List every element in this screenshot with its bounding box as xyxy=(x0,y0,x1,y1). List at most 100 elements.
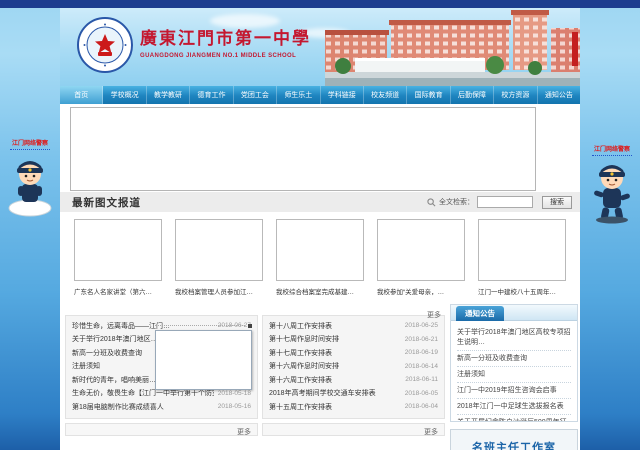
site-title-block: 廣東江門市第一中學 GUANGDONG JIANGMEN NO.1 MIDDLE… xyxy=(140,24,340,59)
notices-panel: 通知公告 关于举行2018年澳门地区高校专项招生说明… 新高一分班及收费查询 注… xyxy=(450,304,578,422)
search-button[interactable]: 搜索 xyxy=(542,196,572,209)
panel-footer: 更多 xyxy=(65,423,258,436)
news-date: 2018-05-18 xyxy=(218,390,251,397)
popup-title-text xyxy=(155,325,245,326)
cyber-police-badge-left[interactable]: 江门网络警察 xyxy=(4,138,56,218)
news-date: 2018-05-16 xyxy=(218,403,251,410)
news-item[interactable]: 第十七周工作安排表 2018-06-19 xyxy=(269,346,438,360)
cyber-police-subtext xyxy=(10,149,50,152)
news-date: 2018-06-25 xyxy=(405,322,438,329)
news-title[interactable]: 2018年高考期间学校交通车安排表 xyxy=(269,388,401,398)
photo-news-row: 广东名人名家讲堂（第六… 我校档案管理人员参加江… 我校综合档案室完成基建… 我… xyxy=(60,212,580,304)
news-title[interactable]: 第十七周工作安排表 xyxy=(269,348,401,358)
popup-titlebar xyxy=(155,322,252,329)
photo-placeholder[interactable] xyxy=(175,219,263,281)
photo-news-card[interactable]: 江门一中建校八十五周年… xyxy=(478,219,566,304)
photo-placeholder[interactable] xyxy=(478,219,566,281)
nav-item-moral-education[interactable]: 德育工作 xyxy=(190,86,233,104)
top-strip xyxy=(0,0,640,8)
news-item[interactable]: 第十六周作息时间安排 2018-06-14 xyxy=(269,360,438,374)
news-item[interactable]: 第十七周作息时间安排 2018-06-21 xyxy=(269,333,438,347)
header-banner: 廣東江門市第一中學 GUANGDONG JIANGMEN NO.1 MIDDLE… xyxy=(60,8,580,86)
nav-item-subject-links[interactable]: 学科链接 xyxy=(321,86,364,104)
news-date: 2018-06-21 xyxy=(405,336,438,343)
photo-caption[interactable]: 我校综合档案室完成基建… xyxy=(276,286,364,296)
cyber-police-badge-right[interactable]: 江门网络警察 xyxy=(586,144,638,224)
news-item[interactable]: 第十八周工作安排表 2018-06-25 xyxy=(269,319,438,333)
news-item[interactable]: 第十五周工作安排表 2018-06-04 xyxy=(269,400,438,414)
nav-item-international-education[interactable]: 国际教育 xyxy=(407,86,450,104)
notice-item[interactable]: 江门一中2019年招生咨询会启事 xyxy=(457,383,571,399)
popup-dialog xyxy=(155,330,252,390)
nav-item-teaching-research[interactable]: 教学教研 xyxy=(147,86,190,104)
photo-placeholder[interactable] xyxy=(74,219,162,281)
fulltext-search: 全文检索： 搜索 xyxy=(427,192,572,212)
search-input[interactable] xyxy=(477,196,533,208)
school-name: 廣東江門市第一中學 xyxy=(140,24,340,49)
notice-item[interactable]: 关于开展纪念陈白沙诞辰500周年征文活动通知 xyxy=(457,415,571,422)
photo-news-card[interactable]: 我校综合档案室完成基建… xyxy=(276,219,364,304)
news-item[interactable]: 第十六周工作安排表 2018-06-11 xyxy=(269,373,438,387)
notice-item[interactable]: 关于举行2018年澳门地区高校专项招生说明… xyxy=(457,325,571,351)
news-title[interactable]: 第十六周作息时间安排 xyxy=(269,361,401,371)
main-nav: 首页 学校概况 教学教研 德育工作 党团工会 师生乐土 学科链接 校友频道 国际… xyxy=(60,86,580,104)
popup-close-icon[interactable] xyxy=(248,324,252,328)
notices-tab[interactable]: 通知公告 xyxy=(456,306,504,321)
photo-caption[interactable]: 江门一中建校八十五周年… xyxy=(478,286,566,296)
photo-news-card[interactable]: 我校参加“关爱母亲，… xyxy=(377,219,465,304)
photo-news-card[interactable]: 我校档案管理人员参加江… xyxy=(175,219,263,304)
notice-item[interactable]: 新高一分班及收费查询 xyxy=(457,351,571,367)
nav-item-home[interactable]: 首页 xyxy=(60,86,103,104)
news-title[interactable]: 第十五周工作安排表 xyxy=(269,402,401,412)
more-link[interactable]: 更多 xyxy=(237,429,251,436)
news-date: 2018-06-19 xyxy=(405,349,438,356)
photo-caption[interactable]: 广东名人名家讲堂（第六… xyxy=(74,286,162,296)
more-link[interactable]: 更多 xyxy=(427,312,441,319)
news-date: 2018-06-11 xyxy=(405,376,438,383)
weekly-schedule-panel: 更多 第十八周工作安排表 2018-06-25 第十七周作息时间安排 2018-… xyxy=(262,304,445,436)
search-label: 全文检索： xyxy=(439,197,474,207)
search-icon xyxy=(427,198,436,207)
photo-news-card[interactable]: 广东名人名家讲堂（第六… xyxy=(74,219,162,304)
nav-item-alumni-channel[interactable]: 校友频道 xyxy=(364,86,407,104)
news-date: 2018-06-14 xyxy=(405,363,438,370)
famous-teacher-studio-header[interactable]: 名班主任工作室 xyxy=(450,429,578,450)
school-name-english: GUANGDONG JIANGMEN NO.1 MIDDLE SCHOOL xyxy=(140,53,340,59)
photo-caption[interactable]: 我校档案管理人员参加江… xyxy=(175,286,263,296)
news-title[interactable]: 第18届电脑制作比赛成绩喜人 xyxy=(72,402,214,412)
notices-list: 关于举行2018年澳门地区高校专项招生说明… 新高一分班及收费查询 注册须知 江… xyxy=(451,321,577,422)
news-date: 2018-06-05 xyxy=(405,390,438,397)
notice-item[interactable]: 2018年江门一中足球生选拔报名表 xyxy=(457,399,571,415)
more-link[interactable]: 更多 xyxy=(424,429,438,436)
panel-footer: 更多 xyxy=(262,423,445,436)
nav-item-notices[interactable]: 通知公告 xyxy=(538,86,580,104)
cyber-police-label: 江门网络警察 xyxy=(4,138,56,147)
nav-item-staff-students[interactable]: 师生乐土 xyxy=(277,86,320,104)
photo-placeholder[interactable] xyxy=(377,219,465,281)
banner-slider xyxy=(70,107,536,191)
weekly-schedule-list: 第十八周工作安排表 2018-06-25 第十七周作息时间安排 2018-06-… xyxy=(262,315,445,419)
photo-news-title: 最新图文报道 xyxy=(72,195,141,210)
photo-news-section-bar: 最新图文报道 全文检索： 搜索 xyxy=(60,192,580,212)
news-title[interactable]: 第十八周工作安排表 xyxy=(269,321,401,331)
lower-columns: 珍惜生命，远离毒品——江门… 2018-06-27 关于举行2018年澳门地区…… xyxy=(60,304,580,450)
school-emblem-logo[interactable] xyxy=(76,16,134,74)
news-item[interactable]: 2018年高考期间学校交通车安排表 2018-06-05 xyxy=(269,387,438,401)
content-area: 最新图文报道 全文检索： 搜索 广东名人名家讲堂（第六… 我校档案管理人员参加江… xyxy=(60,104,580,450)
news-title[interactable]: 第十七周作息时间安排 xyxy=(269,334,401,344)
photo-placeholder[interactable] xyxy=(276,219,364,281)
notices-column: 通知公告 关于举行2018年澳门地区高校专项招生说明… 新高一分班及收费查询 注… xyxy=(450,304,578,450)
cyber-police-label: 江门网络警察 xyxy=(586,144,638,153)
news-title[interactable]: 第十六周工作安排表 xyxy=(269,375,401,385)
news-item[interactable]: 第18届电脑制作比赛成绩喜人 2018-05-16 xyxy=(72,400,251,414)
notice-item[interactable]: 注册须知 xyxy=(457,367,571,383)
nav-item-school-overview[interactable]: 学校概况 xyxy=(103,86,146,104)
photo-caption[interactable]: 我校参加“关爱母亲，… xyxy=(377,286,465,296)
campus-news-panel: 珍惜生命，远离毒品——江门… 2018-06-27 关于举行2018年澳门地区…… xyxy=(65,304,258,436)
news-date: 2018-06-04 xyxy=(405,403,438,410)
police-mascot-icon xyxy=(7,154,53,218)
nav-item-party-union[interactable]: 党团工会 xyxy=(234,86,277,104)
nav-item-school-resources[interactable]: 校方资源 xyxy=(494,86,537,104)
nav-item-logistics[interactable]: 后勤保障 xyxy=(451,86,494,104)
police-mascot-icon xyxy=(589,160,635,224)
